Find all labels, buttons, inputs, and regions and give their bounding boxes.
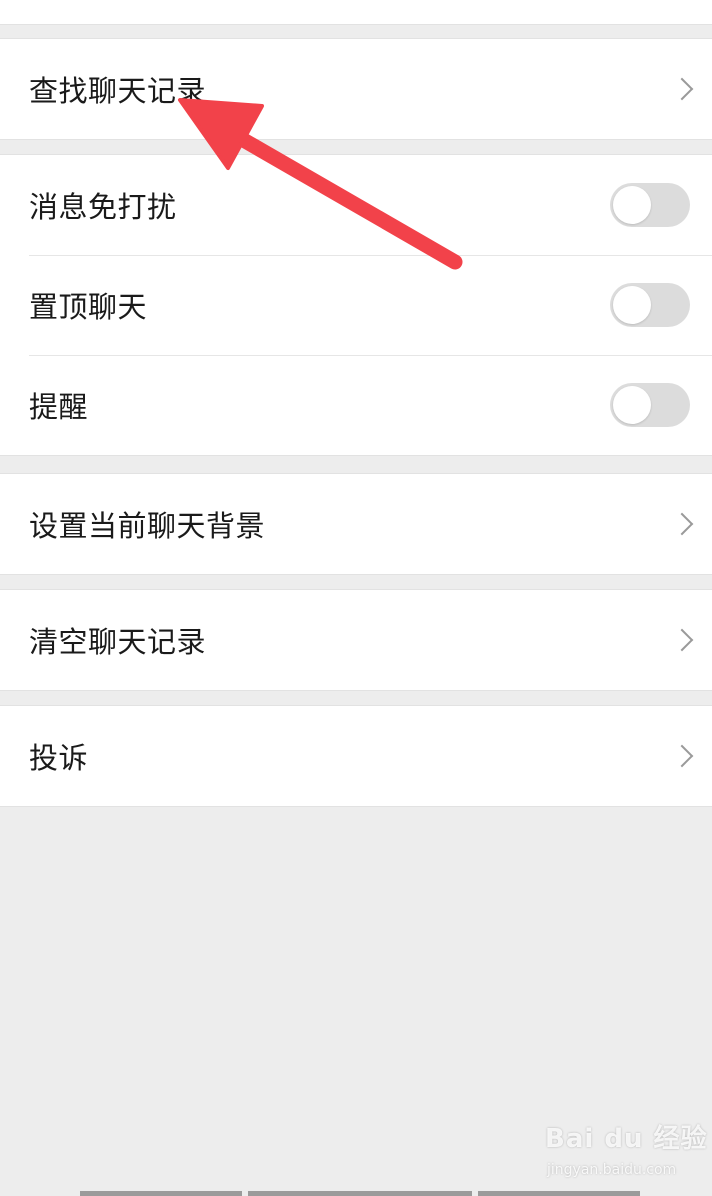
pin-chat-label: 置顶聊天 — [29, 290, 148, 324]
complain-label: 投诉 — [29, 741, 89, 775]
toggle-knob — [613, 186, 651, 224]
complain-row[interactable]: 投诉 — [0, 706, 712, 806]
remind-toggle[interactable] — [610, 383, 690, 427]
watermark-url: jingyan.baidu.com — [547, 1162, 677, 1178]
complain-group: 投诉 — [0, 705, 712, 807]
chevron-right-icon — [670, 744, 694, 768]
bottom-edge-bars — [0, 1190, 712, 1196]
pin-chat-toggle[interactable] — [610, 283, 690, 327]
baidu-jingyan-watermark: Bai du 经验 jingyan.baidu.com — [545, 1118, 707, 1184]
search-group: 查找聊天记录 — [0, 38, 712, 140]
chat-background-label: 设置当前聊天背景 — [29, 509, 266, 543]
search-chat-history-row[interactable]: 查找聊天记录 — [0, 39, 712, 139]
toggle-knob — [613, 386, 651, 424]
mute-notifications-row: 消息免打扰 — [0, 155, 712, 255]
clear-chat-history-label: 清空聊天记录 — [29, 625, 207, 659]
mute-notifications-toggle[interactable] — [610, 183, 690, 227]
toggle-knob — [613, 286, 651, 324]
chat-settings-page: 查找聊天记录 消息免打扰 置顶聊天 提醒 设置当前聊天背景 清空聊天记录 投诉 … — [0, 0, 712, 1196]
toggle-group: 消息免打扰 置顶聊天 提醒 — [0, 154, 712, 456]
bottom-bar — [478, 1191, 640, 1196]
bottom-bar — [80, 1191, 242, 1196]
remind-label: 提醒 — [29, 390, 89, 424]
chevron-right-icon — [670, 77, 694, 101]
remind-row: 提醒 — [0, 355, 712, 455]
chat-background-row[interactable]: 设置当前聊天背景 — [0, 474, 712, 574]
background-group: 设置当前聊天背景 — [0, 473, 712, 575]
mute-notifications-label: 消息免打扰 — [29, 190, 177, 224]
clear-group: 清空聊天记录 — [0, 589, 712, 691]
chevron-right-icon — [670, 512, 694, 536]
clear-chat-history-row[interactable]: 清空聊天记录 — [0, 590, 712, 690]
pin-chat-row: 置顶聊天 — [0, 255, 712, 355]
search-chat-history-label: 查找聊天记录 — [29, 74, 207, 108]
previous-group-partial — [0, 0, 712, 25]
chevron-right-icon — [670, 628, 694, 652]
bottom-bar — [248, 1191, 472, 1196]
watermark-logo: Bai du 经验 — [545, 1124, 708, 1154]
